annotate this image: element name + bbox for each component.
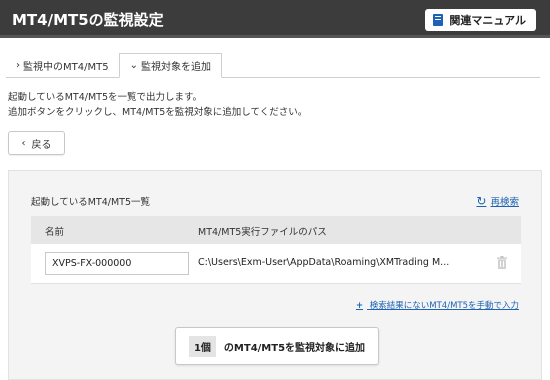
description-line-1: 起動しているMT4/MT5を一覧で出力します。 [8, 92, 203, 103]
table-row: C:\Users\Exm-User\AppData\Roaming\XMTrad… [31, 244, 521, 284]
chevron-left-icon: ‹ [21, 137, 26, 149]
add-button-label: のMT4/MT5を監視対象に追加 [223, 342, 366, 354]
trash-icon[interactable] [497, 256, 507, 269]
tab-add-target[interactable]: ⌄ 監視対象を追加 [118, 53, 222, 78]
chevron-right-icon: › [16, 60, 20, 71]
tab-add-target-label: 監視対象を追加 [140, 62, 211, 73]
tab-bar: › 監視中のMT4/MT5 ⌄ 監視対象を追加 [6, 53, 222, 78]
refresh-link[interactable]: ↻ 再検索 [476, 194, 519, 208]
app-header: MT4/MT5の監視設定 関連マニュアル [0, 0, 550, 38]
name-input[interactable] [45, 252, 189, 275]
manual-entry-link[interactable]: + 検索結果にないMT4/MT5を手動で入力 [356, 299, 519, 311]
page-title: MT4/MT5の監視設定 [12, 11, 164, 29]
selected-count-badge: 1個 [188, 335, 216, 357]
description: 起動しているMT4/MT5を一覧で出力します。 追加ボタンをクリックし、MT4/… [8, 90, 307, 120]
manual-button[interactable]: 関連マニュアル [425, 9, 536, 31]
table-header: 名前 MT4/MT5実行ファイルのパス [31, 216, 521, 244]
running-list-panel: 起動しているMT4/MT5一覧 ↻ 再検索 名前 MT4/MT5実行ファイルのパ… [8, 170, 542, 380]
plus-icon: + [355, 301, 364, 311]
description-line-2: 追加ボタンをクリックし、MT4/MT5を監視対象に追加してください。 [8, 107, 308, 118]
column-header-name: 名前 [45, 227, 65, 238]
back-button[interactable]: ‹ 戻る [8, 131, 65, 155]
path-cell: C:\Users\Exm-User\AppData\Roaming\XMTrad… [198, 257, 450, 268]
column-header-path: MT4/MT5実行ファイルのパス [198, 227, 327, 238]
refresh-icon: ↻ [476, 194, 487, 208]
book-icon [433, 14, 444, 26]
tab-monitoring[interactable]: › 監視中のMT4/MT5 [6, 53, 119, 78]
add-to-monitoring-button[interactable]: 1個 のMT4/MT5を監視対象に追加 [175, 327, 379, 365]
tab-monitoring-label: 監視中のMT4/MT5 [23, 62, 109, 73]
manual-entry-label: 検索結果にないMT4/MT5を手動で入力 [369, 301, 519, 311]
manual-button-label: 関連マニュアル [449, 14, 526, 27]
chevron-down-icon: ⌄ [129, 60, 138, 71]
back-button-label: 戻る [31, 139, 52, 151]
panel-title: 起動しているMT4/MT5一覧 [31, 197, 151, 208]
refresh-label: 再検索 [490, 197, 519, 208]
